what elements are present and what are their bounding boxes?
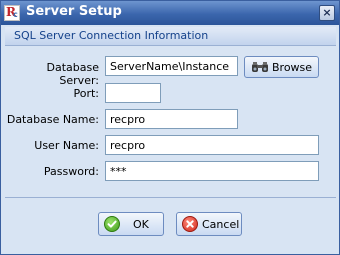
password-input[interactable]: *** — [105, 161, 319, 181]
cancel-circle-icon — [182, 216, 198, 232]
database-name-input[interactable]: recpro — [105, 109, 238, 129]
app-logo-icon: Rc — [4, 5, 20, 21]
close-button[interactable]: × — [319, 5, 335, 21]
password-label: Password: — [43, 165, 99, 178]
section-title: SQL Server Connection Information — [14, 29, 209, 42]
bottom-separator — [5, 197, 336, 198]
database-server-input[interactable]: ServerName\Instance — [105, 56, 238, 76]
section-header: SQL Server Connection Information — [5, 27, 336, 46]
ok-button[interactable]: OK — [98, 212, 164, 236]
cancel-button[interactable]: Cancel — [176, 212, 242, 236]
port-input[interactable] — [105, 83, 161, 103]
server-setup-dialog: Rc Server Setup × SQL Server Connection … — [0, 0, 340, 255]
window-title: Server Setup — [26, 4, 122, 19]
user-name-input[interactable]: recpro — [105, 135, 319, 155]
browse-button[interactable]: Browse — [244, 56, 319, 78]
title-bar[interactable]: Rc Server Setup × — [1, 1, 339, 25]
cancel-label: Cancel — [202, 218, 240, 231]
database-server-label: Database Server: — [46, 61, 100, 87]
database-name-label: Database Name: — [6, 113, 99, 126]
binoculars-icon — [252, 62, 268, 72]
port-label: Port: — [73, 87, 99, 100]
browse-label: Browse — [272, 61, 313, 74]
close-icon: × — [322, 6, 332, 19]
user-name-label: User Name: — [34, 139, 99, 152]
ok-label: OK — [133, 218, 149, 231]
check-circle-icon — [104, 216, 120, 232]
